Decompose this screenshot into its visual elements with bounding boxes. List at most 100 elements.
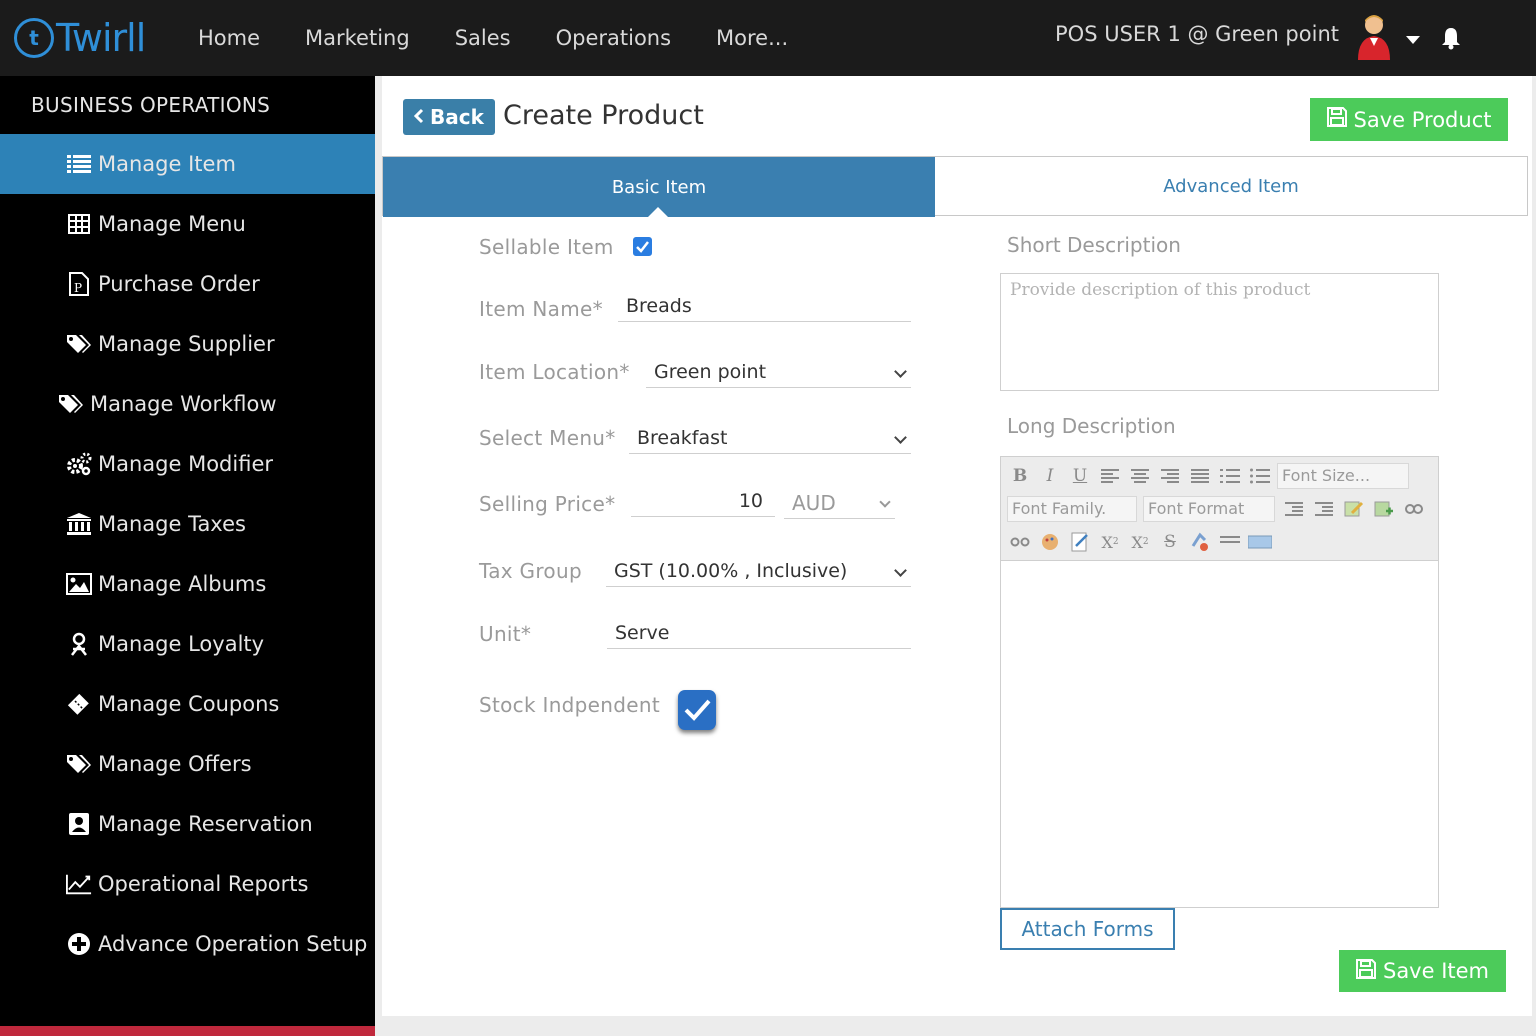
sidebar-item-manage-taxes[interactable]: Manage Taxes bbox=[0, 494, 375, 554]
short-description-label: Short Description bbox=[1007, 233, 1181, 257]
bold-icon[interactable]: B bbox=[1007, 463, 1033, 489]
long-description-editor[interactable]: B I U Font Size... Font Family. Font For… bbox=[1000, 456, 1439, 908]
chevron-down-icon bbox=[894, 431, 907, 444]
horizontal-rule-icon[interactable] bbox=[1217, 529, 1243, 555]
sidebar-item-label: Advance Operation Setup bbox=[98, 932, 368, 956]
list-icon bbox=[66, 151, 92, 177]
nav-sales[interactable]: Sales bbox=[455, 26, 511, 50]
align-center-icon[interactable] bbox=[1127, 463, 1153, 489]
edit-image-icon[interactable] bbox=[1341, 496, 1367, 522]
nav-home[interactable]: Home bbox=[198, 26, 260, 50]
indent-icon[interactable] bbox=[1311, 496, 1337, 522]
bank-icon bbox=[66, 511, 92, 537]
sidebar-item-manage-albums[interactable]: Manage Albums bbox=[0, 554, 375, 614]
tax-group-select[interactable]: GST (10.00% , Inclusive) bbox=[606, 557, 911, 587]
font-format-select[interactable]: Font Format bbox=[1143, 496, 1275, 522]
plus-circle-icon bbox=[66, 931, 92, 957]
clear-format-icon[interactable] bbox=[1187, 529, 1213, 555]
item-location-label: Item Location* bbox=[479, 360, 630, 384]
item-tabs: Basic Item Advanced Item bbox=[382, 156, 1528, 217]
save-item-button[interactable]: Save Item bbox=[1339, 950, 1506, 992]
page-title: Create Product bbox=[503, 100, 704, 131]
nav-operations[interactable]: Operations bbox=[556, 26, 671, 50]
align-justify-icon[interactable] bbox=[1187, 463, 1213, 489]
bullet-list-icon[interactable] bbox=[1247, 463, 1273, 489]
chevron-down-icon bbox=[879, 496, 891, 508]
insert-image-icon[interactable] bbox=[1371, 496, 1397, 522]
logo-text: Twirll bbox=[56, 16, 146, 60]
sidebar-item-label: Manage Coupons bbox=[98, 692, 280, 716]
sidebar-item-manage-reservation[interactable]: Manage Reservation bbox=[0, 794, 375, 854]
paint-icon[interactable] bbox=[1037, 529, 1063, 555]
nav-marketing[interactable]: Marketing bbox=[305, 26, 410, 50]
italic-icon[interactable]: I bbox=[1037, 463, 1063, 489]
avatar[interactable] bbox=[1354, 12, 1394, 60]
sidebar-item-manage-menu[interactable]: Manage Menu bbox=[0, 194, 375, 254]
item-name-input[interactable]: Breads bbox=[618, 292, 911, 322]
attach-forms-button[interactable]: Attach Forms bbox=[1000, 908, 1175, 950]
sidebar-item-advance-operation-setup[interactable]: Advance Operation Setup bbox=[0, 914, 375, 974]
page-header: Back Create Product Save Product bbox=[382, 76, 1532, 154]
sidebar-item-label: Manage Loyalty bbox=[98, 632, 265, 656]
save-item-label: Save Item bbox=[1382, 959, 1490, 983]
font-size-value: Font Size... bbox=[1282, 466, 1371, 485]
strikethrough-icon[interactable]: S bbox=[1157, 529, 1183, 555]
subscript-icon[interactable]: X2 bbox=[1097, 529, 1123, 555]
tab-basic-item[interactable]: Basic Item bbox=[383, 157, 935, 217]
save-product-button[interactable]: Save Product bbox=[1310, 98, 1508, 141]
stock-independent-checkbox[interactable] bbox=[678, 690, 716, 730]
chevron-down-icon bbox=[894, 564, 907, 577]
outdent-icon[interactable] bbox=[1281, 496, 1307, 522]
nav-more[interactable]: More... bbox=[716, 26, 788, 50]
sidebar-item-manage-loyalty[interactable]: Manage Loyalty bbox=[0, 614, 375, 674]
user-dropdown-icon[interactable] bbox=[1406, 36, 1420, 44]
sidebar-item-manage-coupons[interactable]: Manage Coupons bbox=[0, 674, 375, 734]
gears-icon bbox=[66, 451, 92, 477]
sidebar-item-manage-workflow[interactable]: Manage Workflow bbox=[0, 374, 375, 434]
item-location-select[interactable]: Green point bbox=[646, 358, 911, 388]
product-panel: Back Create Product Save Product Basic I… bbox=[382, 76, 1532, 1016]
sidebar-item-manage-supplier[interactable]: Manage Supplier bbox=[0, 314, 375, 374]
save-product-label: Save Product bbox=[1353, 107, 1492, 132]
html-source-icon[interactable] bbox=[1247, 529, 1273, 555]
bell-icon[interactable] bbox=[1440, 26, 1462, 50]
top-bar: t Twirll Home Marketing Sales Operations… bbox=[0, 0, 1536, 76]
toolbar-row-3: X2 X2 S bbox=[1007, 529, 1277, 555]
link-icon[interactable] bbox=[1401, 496, 1427, 522]
sidebar-item-manage-modifier[interactable]: Manage Modifier bbox=[0, 434, 375, 494]
tax-group-label: Tax Group bbox=[479, 559, 582, 583]
user-name[interactable]: POS USER 1 @ Green point bbox=[1055, 22, 1339, 46]
sidebar-item-operational-reports[interactable]: Operational Reports bbox=[0, 854, 375, 914]
select-menu-select[interactable]: Breakfast bbox=[629, 424, 911, 454]
sidebar-item-label: Manage Modifier bbox=[98, 452, 274, 476]
unlink-icon[interactable] bbox=[1007, 529, 1033, 555]
checkmark-icon bbox=[636, 241, 649, 253]
sidebar-heading: BUSINESS OPERATIONS bbox=[31, 93, 271, 117]
superscript-icon[interactable]: X2 bbox=[1127, 529, 1153, 555]
sidebar-item-manage-offers[interactable]: Manage Offers bbox=[0, 734, 375, 794]
sidebar-item-purchase-order[interactable]: P Purchase Order bbox=[0, 254, 375, 314]
toolbar-row-2: Font Family. Font Format bbox=[1007, 496, 1431, 522]
edit-document-icon[interactable] bbox=[1067, 529, 1093, 555]
sellable-item-checkbox[interactable] bbox=[633, 237, 652, 256]
sidebar: BUSINESS OPERATIONS Manage Item Manage M… bbox=[0, 76, 375, 1036]
selling-price-input[interactable]: 10 bbox=[631, 487, 775, 517]
sidebar-item-manage-item[interactable]: Manage Item bbox=[0, 134, 375, 194]
sellable-item-label: Sellable Item bbox=[479, 235, 614, 259]
short-description-input[interactable]: Provide description of this product bbox=[1000, 273, 1439, 391]
numbered-list-icon[interactable] bbox=[1217, 463, 1243, 489]
align-left-icon[interactable] bbox=[1097, 463, 1123, 489]
ticket-icon bbox=[66, 691, 92, 717]
font-size-select[interactable]: Font Size... bbox=[1277, 463, 1409, 489]
currency-select[interactable]: AUD bbox=[784, 489, 895, 519]
align-right-icon[interactable] bbox=[1157, 463, 1183, 489]
attach-forms-label: Attach Forms bbox=[1021, 917, 1154, 941]
back-button[interactable]: Back bbox=[403, 99, 495, 135]
font-family-select[interactable]: Font Family. bbox=[1007, 496, 1137, 522]
unit-input[interactable]: Serve bbox=[607, 619, 911, 649]
floppy-icon bbox=[1355, 958, 1376, 984]
floppy-icon bbox=[1326, 107, 1347, 132]
app-logo[interactable]: t Twirll bbox=[14, 14, 146, 62]
underline-icon[interactable]: U bbox=[1067, 463, 1093, 489]
tab-advanced-item[interactable]: Advanced Item bbox=[935, 157, 1527, 215]
